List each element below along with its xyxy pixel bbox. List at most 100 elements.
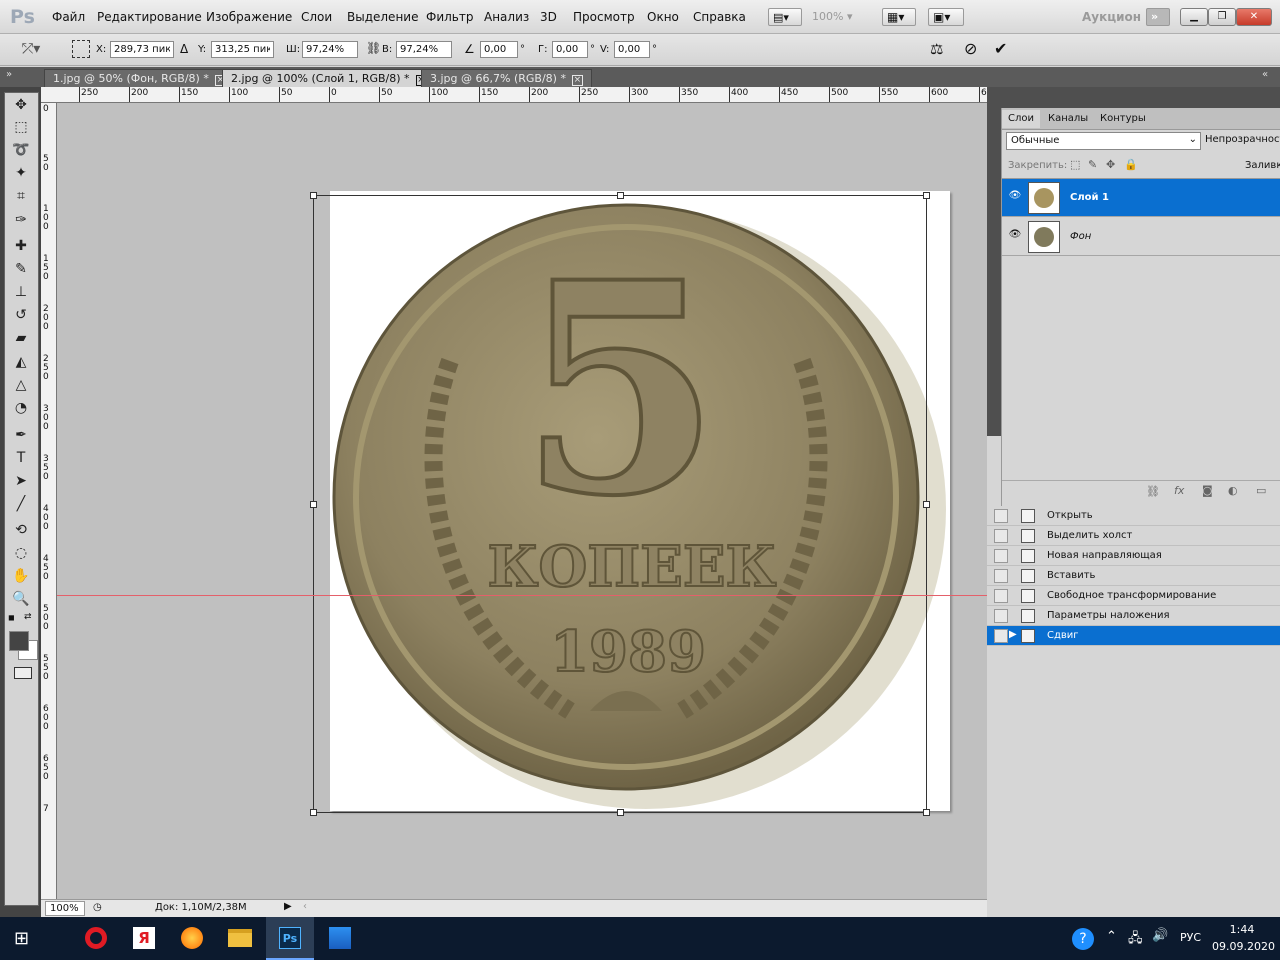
tab-paths[interactable]: Контуры	[1094, 110, 1152, 128]
history-row[interactable]: Новая направляющая	[987, 546, 1280, 566]
layer-name[interactable]: Слой 1	[1070, 192, 1109, 203]
lock-brush-icon[interactable]: ✎	[1088, 158, 1097, 171]
history-row[interactable]: Выделить холст	[987, 526, 1280, 546]
transform-handle[interactable]	[617, 192, 624, 199]
language-indicator[interactable]: РУС	[1180, 931, 1201, 944]
tab-close-icon[interactable]: ×	[571, 75, 583, 86]
move-tool-icon[interactable]: ✥	[8, 95, 34, 115]
lock-move-icon[interactable]: ✥	[1106, 158, 1115, 171]
history-checkbox[interactable]	[994, 529, 1008, 543]
menu-item[interactable]: Слои	[301, 10, 332, 24]
layer-name[interactable]: Фон	[1070, 231, 1091, 242]
history-brush-icon[interactable]: ↺	[8, 305, 34, 325]
blend-mode-select[interactable]: Обычные ⌄	[1006, 132, 1201, 150]
path-select-icon[interactable]: ➤	[8, 471, 34, 491]
menu-item[interactable]: Справка	[693, 10, 746, 24]
menu-item[interactable]: Окно	[647, 10, 679, 24]
width-field[interactable]	[302, 41, 358, 58]
menu-item[interactable]: Выделение	[347, 10, 418, 24]
history-row[interactable]: Открыть	[987, 506, 1280, 526]
mask-icon[interactable]: ◙	[1202, 484, 1213, 497]
move-tool-icon[interactable]: ⤱▾	[22, 41, 40, 57]
fx-icon[interactable]: fx	[1174, 484, 1184, 497]
history-checkbox[interactable]	[994, 569, 1008, 583]
new-layer-icon[interactable]: ▭	[1256, 484, 1266, 497]
link-icon[interactable]: ⛓	[366, 41, 381, 55]
restore-button[interactable]: ❐	[1208, 8, 1236, 26]
marquee-tool-icon[interactable]: ⬚	[8, 117, 34, 137]
history-checkbox[interactable]	[994, 509, 1008, 523]
yandex-app[interactable]: Я	[120, 917, 168, 960]
menu-item[interactable]: Фильтр	[426, 10, 473, 24]
y-field[interactable]	[211, 41, 274, 58]
history-checkbox[interactable]	[994, 609, 1008, 623]
chevron-up-icon[interactable]: ⌃	[1106, 929, 1117, 944]
history-row[interactable]: Вставить	[987, 566, 1280, 586]
quick-mask-icon[interactable]	[14, 667, 32, 679]
eyedropper-icon[interactable]: ✑	[8, 210, 34, 230]
photos-app[interactable]	[316, 917, 364, 960]
paint-bucket-icon[interactable]: ◭	[8, 352, 34, 372]
minimize-button[interactable]: ▁	[1180, 8, 1208, 26]
height-field[interactable]	[396, 41, 452, 58]
brush-tool-icon[interactable]: ✎	[8, 259, 34, 279]
hand-tool-icon[interactable]: ✋	[8, 566, 34, 586]
scroll-left-icon[interactable]: ‹	[303, 901, 307, 912]
layer-row-fon[interactable]: 👁 Фон	[1002, 218, 1280, 256]
pen-tool-icon[interactable]: ✒	[8, 425, 34, 445]
network-icon[interactable]: 🖧	[1128, 929, 1143, 951]
layer-row-sloy1[interactable]: 👁 Слой 1	[1002, 179, 1280, 217]
link-layers-icon[interactable]: ⛓	[1146, 485, 1160, 498]
horizontal-ruler[interactable]: 250 200 150 100 50 0 50 100 150 200 250 300 350 400 45…	[41, 87, 987, 103]
healing-brush-icon[interactable]: ✚	[8, 236, 34, 256]
vertical-ruler[interactable]: 0 5 0 1 0 0 1 5 0 2 0 0 2 5 0 3 0 0 3 5 0 4 0 0 4…	[41, 103, 57, 899]
volume-icon[interactable]: 🔊	[1152, 928, 1168, 943]
transform-handle[interactable]	[923, 501, 930, 508]
firefox-app[interactable]	[168, 917, 216, 960]
panel-collapse-icon[interactable]: «	[1262, 69, 1268, 80]
commit-transform-icon[interactable]: ✔	[994, 39, 1007, 58]
default-colors-icon[interactable]: ◼	[8, 613, 18, 623]
line-tool-icon[interactable]: ╱	[8, 494, 34, 514]
hskew-field[interactable]	[552, 41, 588, 58]
eye-icon[interactable]: 👁	[1006, 229, 1024, 245]
photoshop-app[interactable]: Ps	[266, 917, 314, 960]
expand-button[interactable]: »	[1146, 8, 1170, 26]
canvas-area[interactable]: 5 КОПЕЕК 1989	[57, 103, 987, 899]
arrange-button[interactable]: ▦▾	[882, 8, 916, 26]
menu-item[interactable]: Изображение	[206, 10, 292, 24]
3d-orbit-icon[interactable]: ◌	[8, 543, 34, 563]
history-row[interactable]: Сдвиг ▶	[987, 626, 1280, 646]
transform-handle[interactable]	[923, 192, 930, 199]
tab-2[interactable]: 2.jpg @ 100% (Слой 1, RGB/8) *×	[222, 69, 436, 87]
status-menu-arrow-icon[interactable]: ▶	[284, 901, 292, 912]
history-row[interactable]: Параметры наложения	[987, 606, 1280, 626]
tab-channels[interactable]: Каналы	[1042, 110, 1094, 128]
quick-select-icon[interactable]: ✦	[8, 163, 34, 183]
3d-rotate-icon[interactable]: ⟲	[8, 520, 34, 540]
transform-handle[interactable]	[310, 192, 317, 199]
status-icon[interactable]: ◷	[93, 902, 102, 913]
menu-item[interactable]: Анализ	[484, 10, 529, 24]
transform-bounding-box[interactable]	[313, 195, 927, 813]
history-checkbox[interactable]	[994, 549, 1008, 563]
transform-handle[interactable]	[310, 501, 317, 508]
transform-handle[interactable]	[923, 809, 930, 816]
explorer-app[interactable]	[216, 917, 264, 960]
transform-handle[interactable]	[310, 809, 317, 816]
eraser-tool-icon[interactable]: ▰	[8, 328, 34, 348]
angle-field[interactable]	[480, 41, 518, 58]
zoom-select[interactable]: 100% ▾	[812, 10, 852, 23]
menu-item[interactable]: Просмотр	[573, 10, 635, 24]
screen-mode-button[interactable]: ▤▾	[768, 8, 802, 26]
history-checkbox[interactable]	[994, 589, 1008, 603]
status-zoom[interactable]: 100%	[45, 901, 85, 916]
zoom-tool-icon[interactable]: 🔍	[8, 589, 34, 609]
x-field[interactable]	[110, 41, 174, 58]
tab-1[interactable]: 1.jpg @ 50% (Фон, RGB/8) * ×	[44, 69, 235, 87]
collapse-icon[interactable]: »	[6, 69, 12, 80]
tab-layers[interactable]: Слои	[1002, 110, 1040, 128]
opera-app[interactable]	[72, 917, 120, 960]
close-button[interactable]: ✕	[1236, 8, 1272, 26]
history-row[interactable]: Свободное трансформирование	[987, 586, 1280, 606]
